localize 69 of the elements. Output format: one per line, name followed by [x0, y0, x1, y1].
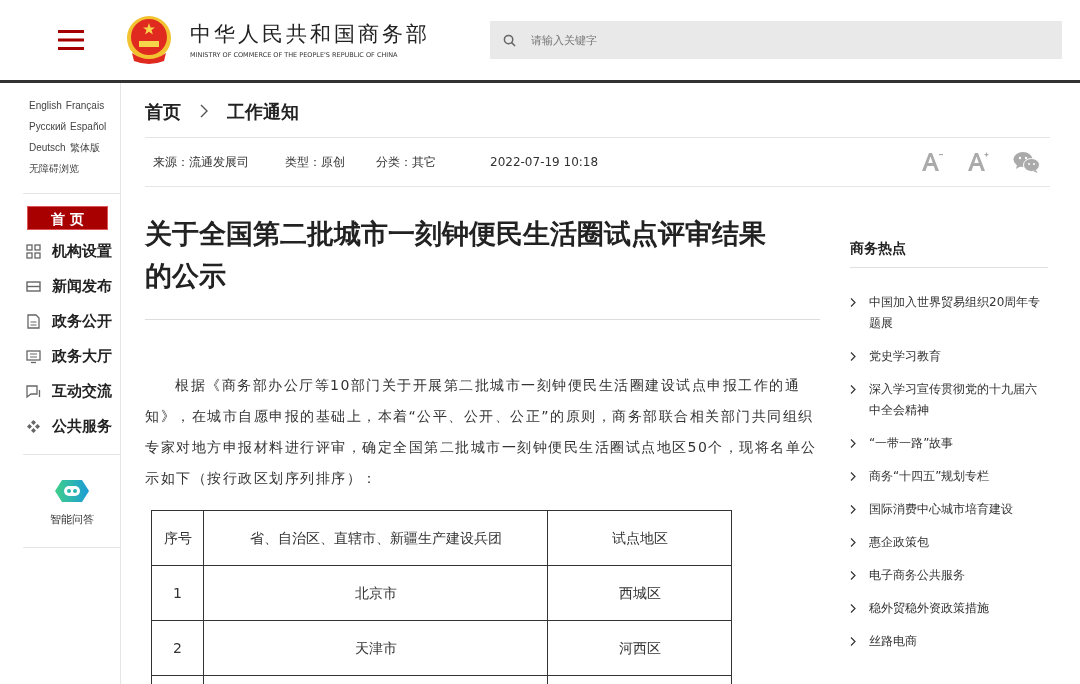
language-link[interactable]: Deutsch [29, 140, 66, 155]
meta-text: 2022-07-19 10:18 [490, 154, 599, 171]
monitor-icon [26, 349, 41, 364]
search-field[interactable]: 请输入关键字 [490, 21, 1062, 59]
chevron-icon [850, 472, 856, 481]
article-title: 关于全国第二批城市一刻钟便民生活圈试点评审结果的公示 [145, 213, 820, 320]
diamond-icon [26, 419, 41, 434]
table-header: 试点地区 [547, 510, 732, 566]
breadcrumb-link[interactable]: 首页 [145, 97, 181, 125]
table-cell: 1 [151, 565, 204, 621]
section-title: 商务热点 [850, 238, 1048, 268]
nav-item[interactable]: 政务公开 [23, 304, 120, 339]
document-icon [26, 314, 41, 329]
hot-topic-link[interactable]: 稳外贸稳外资政策措施 [850, 598, 1048, 619]
hot-topic-link[interactable]: 深入学习宣传贯彻党的十九届六中全会精神 [850, 379, 1048, 421]
table-header: 序号 [151, 510, 204, 566]
font-decrease-icon[interactable] [921, 152, 943, 172]
table-cell: 西城区 [547, 565, 732, 621]
table-cell: 北京市 [203, 565, 548, 621]
chat-icon [26, 384, 41, 399]
chevron-icon [850, 385, 856, 394]
nav-item[interactable]: 政务大厅 [23, 339, 120, 374]
search-icon[interactable] [503, 34, 516, 47]
meta-text: 类型：原创 [285, 154, 345, 171]
chevron-icon [200, 104, 208, 118]
breadcrumb-link[interactable]: 工作通知 [227, 97, 299, 125]
article-paragraph: 根据《商务部办公厅等10部门关于开展第二批城市一刻钟便民生活圈建设试点申报工作的通知》，在城市自愿申报的基础上，本着“公平、公开、公正”的原则，商务部联合相关部门共同组织专家对地方申报材料进行评审，确定全国第二批城市一刻钟便民生活圈试点地区50个，现将名单公示如下（按行政区划序列排序）： [145, 376, 818, 488]
hot-topic-link[interactable]: “一带一路”故事 [850, 433, 1048, 454]
chevron-icon [850, 505, 856, 514]
site-title: 中华人民共和国商务部 [190, 21, 430, 49]
meta-text: 来源：流通发展司 [153, 154, 249, 171]
chevron-icon [850, 604, 856, 613]
hot-topic-link[interactable]: 国际消费中心城市培育建设 [850, 499, 1048, 520]
table-cell: 天津市 [203, 620, 548, 676]
grid-icon [26, 244, 41, 259]
robot-icon[interactable] [53, 478, 90, 504]
chevron-icon [850, 439, 856, 448]
language-link[interactable]: 无障碍浏览 [29, 161, 79, 176]
hot-topic-link[interactable]: 惠企政策包 [850, 532, 1048, 553]
card-icon [26, 279, 41, 294]
hot-topic-link[interactable]: 电子商务公共服务 [850, 565, 1048, 586]
language-link[interactable]: Español [70, 119, 107, 134]
nav-item[interactable]: 公共服务 [23, 409, 120, 444]
nav-item[interactable]: 互动交流 [23, 374, 120, 409]
hot-topic-link[interactable]: 中国加入世界贸易组织20周年专题展 [850, 292, 1048, 334]
emblem-icon [124, 15, 174, 65]
language-link[interactable]: 繁体版 [69, 140, 100, 155]
wechat-icon[interactable] [1013, 151, 1040, 173]
language-link[interactable]: English [29, 98, 62, 113]
language-link[interactable]: Русский [29, 119, 67, 134]
home-nav-button[interactable]: 首 页 [27, 206, 108, 230]
assistant-label[interactable]: 智能问答 [49, 512, 94, 529]
nav-item[interactable]: 机构设置 [23, 234, 120, 269]
hot-topic-link[interactable]: 丝路电商 [850, 631, 1048, 652]
nav-item[interactable]: 新闻发布 [23, 269, 120, 304]
hot-topic-link[interactable]: 党史学习教育 [850, 346, 1048, 367]
table-cell: 2 [151, 620, 204, 676]
table-cell: 河西区 [547, 620, 732, 676]
chevron-icon [850, 298, 856, 307]
hot-topic-link[interactable]: 商务“十四五”规划专栏 [850, 466, 1048, 487]
language-link[interactable]: Français [65, 98, 105, 113]
chevron-icon [850, 352, 856, 361]
chevron-icon [850, 571, 856, 580]
chevron-icon [850, 538, 856, 547]
table-header: 省、自治区、直辖市、新疆生产建设兵团 [203, 510, 548, 566]
meta-text: 分类：其它 [376, 154, 436, 171]
font-increase-icon[interactable] [967, 152, 989, 172]
menu-icon[interactable] [58, 30, 84, 50]
chevron-icon [850, 637, 856, 646]
